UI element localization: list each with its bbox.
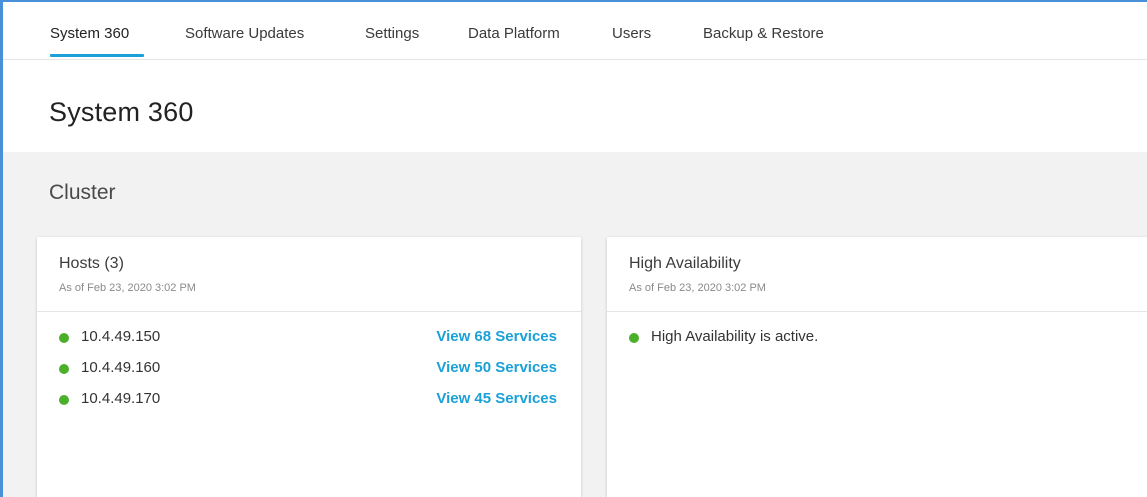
ha-card-header: High Availability As of Feb 23, 2020 3:0… — [607, 237, 1147, 312]
tab-backup-restore[interactable]: Backup & Restore — [703, 25, 824, 42]
page-title: System 360 — [49, 97, 194, 127]
status-ok-icon — [629, 333, 639, 343]
view-services-link[interactable]: View 50 Services — [436, 359, 557, 376]
tab-software-updates[interactable]: Software Updates — [185, 25, 304, 42]
tab-bar: System 360 Software Updates Settings Dat… — [3, 2, 1147, 60]
host-ip: 10.4.49.160 — [81, 359, 161, 376]
status-ok-icon — [59, 395, 69, 405]
active-tab-indicator — [50, 54, 144, 57]
hosts-card-title: Hosts (3) — [59, 255, 124, 272]
ha-card-title: High Availability — [629, 255, 741, 272]
ha-card-timestamp: As of Feb 23, 2020 3:02 PM — [629, 282, 766, 294]
page-header: System 360 — [3, 60, 1147, 152]
high-availability-card: High Availability As of Feb 23, 2020 3:0… — [607, 237, 1147, 497]
hosts-card: Hosts (3) As of Feb 23, 2020 3:02 PM 10.… — [37, 237, 581, 497]
ha-status-row: High Availability is active. — [629, 328, 1129, 348]
cluster-section: Cluster Hosts (3) As of Feb 23, 2020 3:0… — [3, 152, 1147, 497]
tab-system-360[interactable]: System 360 — [50, 25, 129, 42]
status-ok-icon — [59, 333, 69, 343]
view-services-link[interactable]: View 68 Services — [436, 328, 557, 345]
hosts-card-header: Hosts (3) As of Feb 23, 2020 3:02 PM — [37, 237, 581, 312]
ha-status-text: High Availability is active. — [651, 328, 819, 345]
tab-users[interactable]: Users — [612, 25, 651, 42]
host-ip: 10.4.49.150 — [81, 328, 161, 345]
section-title: Cluster — [49, 181, 116, 204]
host-ip: 10.4.49.170 — [81, 390, 161, 407]
view-services-link[interactable]: View 45 Services — [436, 390, 557, 407]
app-window: System 360 Software Updates Settings Dat… — [0, 0, 1147, 497]
tab-settings[interactable]: Settings — [365, 25, 419, 42]
hosts-card-timestamp: As of Feb 23, 2020 3:02 PM — [59, 282, 196, 294]
tab-data-platform[interactable]: Data Platform — [468, 25, 560, 42]
status-ok-icon — [59, 364, 69, 374]
